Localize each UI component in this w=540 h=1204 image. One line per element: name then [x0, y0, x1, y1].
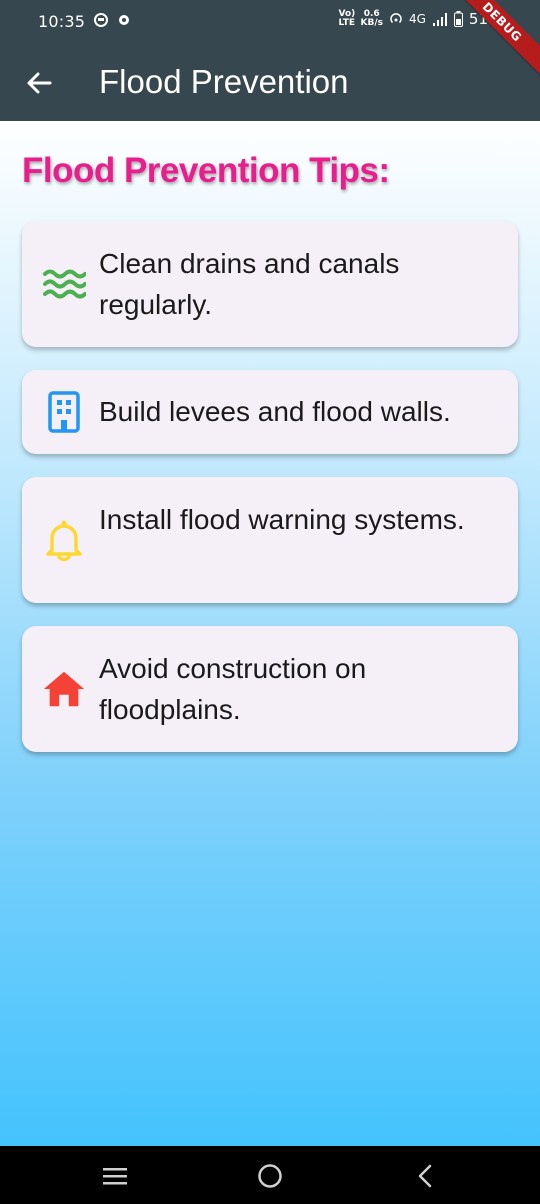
tip-card-floodplains[interactable]: Avoid construction on floodplains.: [22, 626, 518, 752]
network-type: 4G: [408, 12, 426, 26]
page-title: Flood Prevention: [99, 63, 349, 100]
system-nav-bar: [0, 1146, 540, 1204]
tip-card-drains[interactable]: Clean drains and canals regularly.: [22, 221, 518, 347]
status-bar: 10:35 Vo) LTE 0.6 KB/s 4G 51: [0, 0, 540, 46]
status-time: 10:35: [38, 12, 86, 31]
battery-icon: [453, 11, 463, 27]
tip-card-warning-systems[interactable]: Install flood warning systems.: [22, 477, 518, 603]
hotspot-icon: [390, 13, 402, 24]
recent-apps-icon: [103, 1168, 127, 1185]
volte-indicator: Vo) LTE: [338, 9, 356, 28]
home-circle-icon: [258, 1164, 282, 1188]
nav-back-button[interactable]: [409, 1160, 441, 1192]
waves-icon: [42, 262, 86, 306]
tips-heading: Flood Prevention Tips:: [22, 151, 390, 190]
signal-icon: [432, 12, 447, 26]
tip-text: Build levees and flood walls.: [99, 396, 451, 427]
speed-unit: KB/s: [360, 18, 383, 28]
main-content[interactable]: Flood Prevention Tips: Clean drains and …: [0, 121, 540, 1146]
recent-apps-button[interactable]: [99, 1160, 131, 1192]
notification-icons: [94, 13, 130, 27]
tip-card-levees[interactable]: Build levees and flood walls.: [22, 370, 518, 454]
home-icon: [42, 667, 86, 711]
arrow-back-icon: [27, 72, 52, 94]
bell-icon: [42, 518, 86, 562]
messenger-icon: [94, 13, 108, 27]
app-bar: Flood Prevention: [0, 46, 540, 121]
home-button[interactable]: [254, 1160, 286, 1192]
nav-back-icon: [418, 1164, 432, 1188]
building-icon: [42, 390, 86, 434]
network-speed: 0.6 KB/s: [360, 10, 382, 28]
tip-text: Avoid construction on floodplains.: [99, 653, 367, 725]
tip-text: Install flood warning systems.: [99, 504, 465, 535]
back-button[interactable]: [20, 64, 58, 102]
status-indicators: Vo) LTE 0.6 KB/s 4G 51: [338, 9, 488, 29]
tip-text: Clean drains and canals regularly.: [99, 248, 400, 320]
chrome-icon: [119, 15, 129, 25]
